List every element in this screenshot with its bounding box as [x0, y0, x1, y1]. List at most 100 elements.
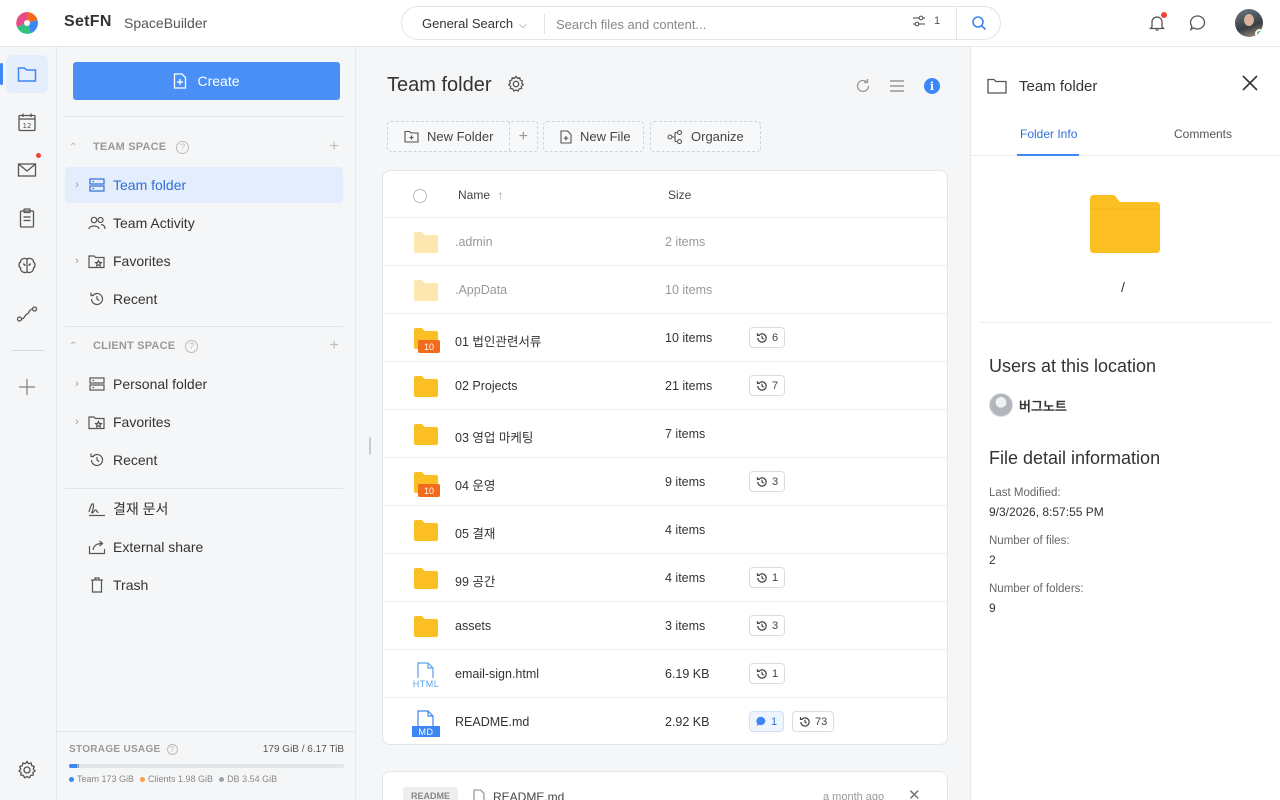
team-space-header[interactable]: ⌃ TEAM SPACE ? + [69, 137, 339, 157]
sidebar-item-client-favorites[interactable]: › Favorites [65, 404, 343, 440]
version-history-badge[interactable]: 7 [749, 375, 786, 396]
file-name[interactable]: assets [455, 619, 491, 633]
file-name[interactable]: email-sign.html [455, 667, 539, 681]
file-name[interactable]: .AppData [455, 283, 507, 297]
sidebar-item-team-activity[interactable]: Team Activity [65, 205, 343, 241]
user-avatar[interactable] [1235, 9, 1263, 37]
file-name[interactable]: .admin [455, 235, 493, 249]
new-folder-button[interactable]: New Folder [427, 129, 509, 144]
organize-label: Organize [691, 129, 744, 144]
sidebar-item-client-recent[interactable]: Recent [65, 442, 343, 478]
sidebar-item-external-share[interactable]: External share [65, 529, 343, 565]
table-row[interactable]: 10 04 운영 9 items 3 [383, 458, 947, 506]
search-filter-button[interactable]: 1 [912, 15, 940, 27]
history-icon [756, 572, 767, 583]
sidebar-item-trash[interactable]: Trash [65, 567, 343, 603]
online-status-dot [1255, 29, 1263, 37]
plus-icon [19, 379, 35, 395]
search-button[interactable] [956, 7, 1001, 39]
help-icon[interactable]: ? [166, 744, 178, 755]
sidebar-item-approval-docs[interactable]: 결재 문서 [65, 491, 343, 527]
version-history-badge[interactable]: 73 [792, 711, 835, 732]
version-history-badge[interactable]: 6 [749, 327, 786, 348]
file-name[interactable]: 05 결재 [455, 523, 495, 542]
refresh-icon [856, 79, 870, 93]
sidebar-item-team-recent[interactable]: Recent [65, 281, 343, 317]
table-row[interactable]: MD README.md 2.92 KB 1 73 [383, 698, 947, 744]
page-title: Team folder [387, 74, 492, 96]
folder-settings-button[interactable] [507, 75, 525, 96]
file-name[interactable]: 04 운영 [455, 475, 495, 494]
rail-workflow[interactable] [6, 295, 48, 333]
search-input[interactable] [556, 14, 896, 34]
organize-button[interactable]: Organize [650, 121, 761, 152]
table-row[interactable]: 02 Projects 21 items 7 [383, 362, 947, 410]
table-row[interactable]: 03 영업 마케팅 7 items [383, 410, 947, 458]
client-space-header[interactable]: ⌃ CLIENT SPACE ? + [69, 336, 339, 356]
rail-calendar[interactable]: 12 [6, 103, 48, 141]
resize-handle[interactable] [369, 437, 371, 455]
column-header-name[interactable]: Name ↑ [458, 188, 503, 202]
file-name[interactable]: 03 영업 마케팅 [455, 427, 533, 446]
select-all-checkbox[interactable] [413, 189, 427, 203]
folder-count-badge: 10 [418, 340, 440, 353]
file-size: 7 items [665, 427, 706, 441]
file-name[interactable]: README.md [455, 715, 529, 729]
app-logo[interactable] [16, 12, 38, 34]
table-row[interactable]: .admin 2 items [383, 218, 947, 266]
storage-legend-label: Team 173 GiB [77, 774, 135, 784]
info-button[interactable]: i [921, 75, 943, 97]
add-team-space-icon[interactable]: + [329, 138, 339, 156]
chevron-right-icon[interactable]: › [67, 255, 87, 267]
table-row[interactable]: 05 결재 4 items [383, 506, 947, 554]
new-folder-plus-button[interactable]: + [508, 122, 537, 151]
notifications-button[interactable] [1146, 12, 1168, 34]
chevron-right-icon[interactable]: › [67, 179, 87, 191]
tab-comments[interactable]: Comments [1174, 127, 1232, 141]
rail-clipboard[interactable] [6, 199, 48, 237]
comments-badge[interactable]: 1 [749, 711, 785, 732]
version-history-badge[interactable]: 1 [749, 567, 786, 588]
table-row[interactable]: HTML email-sign.html 6.19 KB 1 [383, 650, 947, 698]
file-size: 6.19 KB [665, 667, 710, 681]
search-scope-dropdown[interactable]: General Search ⌵ [422, 16, 527, 31]
rail-settings[interactable] [6, 751, 48, 789]
file-name[interactable]: 99 공간 [455, 571, 495, 590]
sidebar-item-personal-folder[interactable]: › Personal folder [65, 366, 343, 402]
folder-icon [987, 78, 1007, 94]
column-header-size[interactable]: Size [668, 188, 691, 202]
readme-file-name[interactable]: README.md [493, 790, 564, 800]
rail-mail[interactable] [6, 151, 48, 189]
sidebar-item-team-favorites[interactable]: › Favorites [65, 243, 343, 279]
file-name[interactable]: 02 Projects [455, 379, 518, 393]
table-row[interactable]: 10 01 법인관련서류 10 items 6 [383, 314, 947, 362]
comments-count: 1 [771, 715, 778, 728]
chevron-right-icon[interactable]: › [67, 378, 87, 390]
file-name[interactable]: 01 법인관련서류 [455, 331, 541, 350]
rail-ai[interactable] [6, 247, 48, 285]
add-client-space-icon[interactable]: + [329, 337, 339, 355]
history-icon [87, 451, 107, 469]
new-file-button[interactable]: New File [543, 121, 644, 152]
close-panel-button[interactable] [1241, 74, 1259, 95]
refresh-button[interactable] [852, 75, 874, 97]
rail-add-app[interactable] [6, 368, 48, 406]
version-history-badge[interactable]: 3 [749, 615, 786, 636]
location-user[interactable]: 버그노트 [989, 393, 1067, 417]
version-history-badge[interactable]: 3 [749, 471, 786, 492]
rail-files[interactable] [0, 55, 48, 93]
sidebar-item-team-folder[interactable]: › Team folder [65, 167, 343, 203]
help-icon[interactable]: ? [176, 140, 190, 154]
help-icon[interactable]: ? [185, 339, 199, 353]
messages-button[interactable] [1187, 12, 1209, 34]
readme-close-icon[interactable]: ✕ [908, 786, 921, 800]
list-view-button[interactable] [886, 75, 908, 97]
folder-icon [412, 374, 440, 400]
create-button[interactable]: Create [73, 62, 340, 100]
table-row[interactable]: .AppData 10 items [383, 266, 947, 314]
chevron-right-icon[interactable]: › [67, 416, 87, 428]
version-history-badge[interactable]: 1 [749, 663, 786, 684]
table-row[interactable]: assets 3 items 3 [383, 602, 947, 650]
tab-folder-info[interactable]: Folder Info [1020, 127, 1077, 141]
table-row[interactable]: 99 공간 4 items 1 [383, 554, 947, 602]
